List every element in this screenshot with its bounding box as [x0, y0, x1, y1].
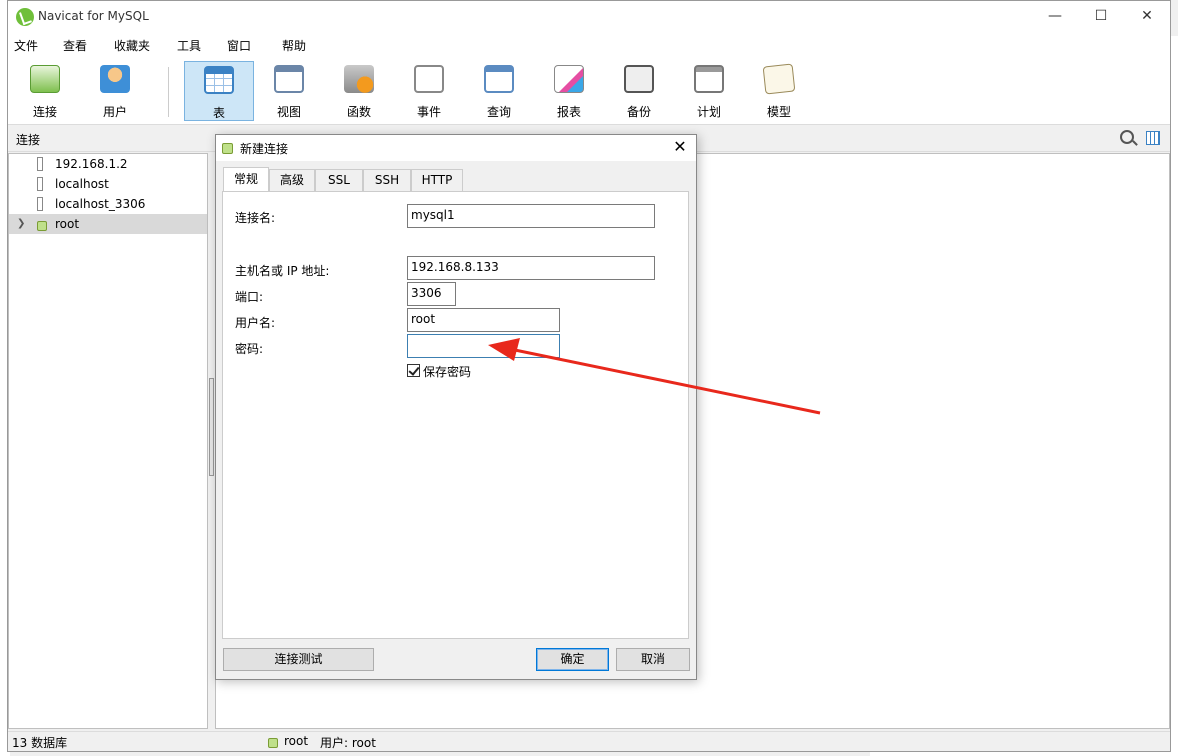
toolbar-label: 视图 — [276, 105, 301, 119]
username-label: 用户名: — [235, 316, 276, 330]
panel-splitter[interactable] — [208, 153, 215, 729]
model-icon — [762, 63, 796, 95]
mysql-connection-icon — [220, 140, 236, 156]
toolbar-separator — [168, 67, 169, 117]
connection-name-label: 连接名: — [235, 211, 276, 225]
tree-item-label: root — [55, 217, 80, 231]
tab-ssh[interactable]: SSH — [363, 169, 411, 191]
host-label: 主机名或 IP 地址: — [235, 264, 330, 278]
splitter-grip[interactable] — [209, 378, 214, 476]
toolbar-table-button[interactable]: 表 — [184, 61, 254, 121]
toolbar-view-button[interactable]: 视图 — [254, 61, 324, 121]
backup-icon — [624, 65, 654, 93]
status-user: 用户: root — [320, 736, 376, 750]
toolbar-label: 备份 — [626, 105, 651, 119]
toolbar-label: 用户 — [102, 105, 127, 119]
toolbar-label: 表 — [212, 106, 225, 120]
close-window-button[interactable]: ✕ — [1124, 1, 1170, 33]
query-icon — [484, 65, 514, 93]
toolbar-label: 计划 — [696, 105, 721, 119]
toolbar-label: 报表 — [556, 105, 581, 119]
toolbar-label: 函数 — [346, 105, 371, 119]
mysql-connection-icon — [35, 217, 49, 231]
host-field[interactable]: 192.168.8.133 — [407, 256, 655, 280]
password-field[interactable] — [407, 334, 560, 358]
tree-item-label: localhost — [55, 177, 109, 191]
port-field[interactable]: 3306 — [407, 282, 456, 306]
main-toolbar: 连接 用户 表 视图 函数 事件 查询 报表 备份 计划 模型 — [8, 57, 1170, 125]
menu-view[interactable]: 查看 — [63, 37, 87, 54]
tab-advanced[interactable]: 高级 — [269, 169, 315, 191]
server-icon — [37, 177, 43, 191]
tab-ssl[interactable]: SSL — [315, 169, 363, 191]
menu-file[interactable]: 文件 — [14, 37, 38, 54]
save-password-checkbox[interactable] — [407, 364, 420, 377]
dialog-title-bar: 新建连接 ✕ — [216, 135, 696, 161]
menu-favorites[interactable]: 收藏夹 — [114, 37, 150, 54]
toolbar-event-button[interactable]: 事件 — [394, 61, 464, 121]
connection-header-label: 连接 — [16, 133, 41, 147]
toolbar-report-button[interactable]: 报表 — [534, 61, 604, 121]
password-label: 密码: — [235, 342, 264, 356]
dialog-title: 新建连接 — [240, 142, 289, 156]
minimize-button[interactable]: — — [1032, 1, 1078, 33]
window-title: Navicat for MySQL — [38, 9, 149, 23]
navicat-logo-icon — [16, 8, 34, 26]
connection-icon — [266, 735, 280, 749]
tree-item-label: 192.168.1.2 — [55, 157, 128, 171]
toolbar-label: 事件 — [416, 105, 441, 119]
toolbar-label: 查询 — [486, 105, 511, 119]
status-bar: 13 数据库 root 用户: root — [8, 731, 1170, 751]
toolbar-backup-button[interactable]: 备份 — [604, 61, 674, 121]
expand-chevron-icon[interactable]: ❯ — [17, 214, 25, 234]
server-icon — [37, 157, 43, 171]
username-field[interactable]: root — [407, 308, 560, 332]
connection-tree: 192.168.1.2 localhost localhost_3306 ❯ r… — [8, 153, 208, 729]
menu-tools[interactable]: 工具 — [177, 37, 201, 54]
toolbar-label: 连接 — [32, 105, 57, 119]
toolbar-query-button[interactable]: 查询 — [464, 61, 534, 121]
new-connection-dialog: 新建连接 ✕ 常规 高级 SSL SSH HTTP 连接名: mysql1 主机… — [215, 134, 697, 680]
connect-icon — [30, 65, 60, 93]
function-icon — [344, 65, 374, 93]
tree-item-localhost-3306[interactable]: localhost_3306 — [9, 194, 207, 214]
tree-item-label: localhost_3306 — [55, 197, 146, 211]
toolbar-label: 模型 — [766, 105, 791, 119]
schedule-icon — [694, 65, 724, 93]
connection-name-field[interactable]: mysql1 — [407, 204, 655, 228]
menu-bar: 文件 查看 收藏夹 工具 窗口 帮助 — [8, 33, 1170, 57]
report-icon — [554, 65, 584, 93]
event-icon — [414, 65, 444, 93]
view-icon — [274, 65, 304, 93]
tab-http[interactable]: HTTP — [411, 169, 463, 191]
save-password-label: 保存密码 — [423, 365, 472, 379]
grid-view-icon[interactable] — [1146, 131, 1160, 145]
tab-general[interactable]: 常规 — [223, 167, 269, 191]
toolbar-user-button[interactable]: 用户 — [80, 61, 150, 121]
toolbar-connect-button[interactable]: 连接 — [10, 61, 80, 121]
table-icon — [204, 66, 234, 94]
toolbar-model-button[interactable]: 模型 — [744, 61, 814, 121]
status-connection-name: root — [284, 734, 309, 748]
server-icon — [37, 197, 43, 211]
dialog-close-button[interactable]: ✕ — [670, 137, 690, 157]
port-label: 端口: — [235, 290, 264, 304]
test-connection-button[interactable]: 连接测试 — [223, 648, 374, 671]
tree-item-localhost[interactable]: localhost — [9, 174, 207, 194]
toolbar-function-button[interactable]: 函数 — [324, 61, 394, 121]
menu-help[interactable]: 帮助 — [282, 37, 306, 54]
user-icon — [100, 65, 130, 93]
title-bar: Navicat for MySQL — ☐ ✕ — [8, 1, 1170, 33]
toolbar-schedule-button[interactable]: 计划 — [674, 61, 744, 121]
database-count: 13 数据库 — [12, 736, 68, 750]
menu-window[interactable]: 窗口 — [227, 37, 251, 54]
cancel-button[interactable]: 取消 — [616, 648, 690, 671]
tree-item-192-168-1-2[interactable]: 192.168.1.2 — [9, 154, 207, 174]
search-icon[interactable] — [1120, 130, 1134, 144]
maximize-button[interactable]: ☐ — [1078, 1, 1124, 33]
general-tab-panel: 连接名: mysql1 主机名或 IP 地址: 192.168.8.133 端口… — [222, 191, 689, 639]
tree-item-root[interactable]: ❯ root — [9, 214, 207, 234]
background-window-right-edge — [1170, 36, 1178, 756]
ok-button[interactable]: 确定 — [536, 648, 609, 671]
